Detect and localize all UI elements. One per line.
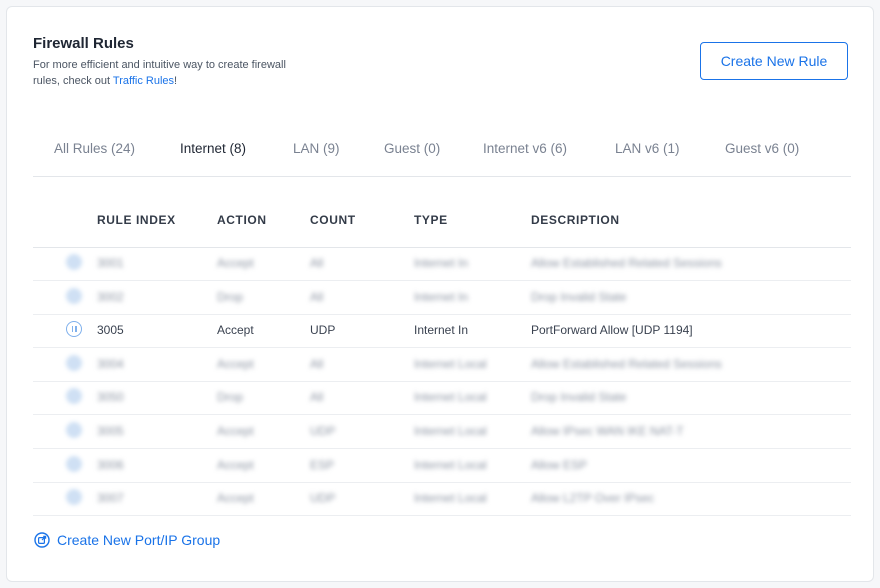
- tab-internet[interactable]: Internet (8): [180, 141, 246, 156]
- rule-icon[interactable]: [66, 254, 82, 270]
- cell-type: Internet In: [414, 256, 469, 270]
- table-row[interactable]: 3007 Accept UDP Internet Local Allow L2TP Ov…: [33, 482, 851, 517]
- column-type[interactable]: TYPE: [414, 213, 448, 227]
- tab-all-rules[interactable]: All Rules (24): [54, 141, 135, 156]
- tab-guest-v6[interactable]: Guest v6 (0): [725, 141, 799, 156]
- cell-type: Internet Local: [414, 390, 487, 405]
- column-description[interactable]: DESCRIPTION: [531, 213, 620, 227]
- cell-description: Allow IPsec WAN IKE NAT-T: [531, 424, 684, 438]
- cell-rule-index: 3006: [97, 457, 124, 472]
- table-row[interactable]: 3002 Drop All Internet In Drop Invalid State: [33, 281, 851, 315]
- cell-rule-index: 3007: [97, 491, 124, 506]
- cell-action: Drop: [217, 390, 244, 405]
- page-title: Firewall Rules: [33, 35, 134, 52]
- tab-lan[interactable]: LAN (9): [293, 141, 340, 156]
- rule-icon[interactable]: [66, 489, 82, 506]
- rule-icon[interactable]: [66, 455, 82, 472]
- cell-rule-index: 3002: [97, 289, 124, 304]
- cell-count: UDP: [310, 323, 336, 338]
- create-port-ip-group-label: Create New Port/IP Group: [57, 532, 221, 548]
- cell-count: All: [310, 256, 324, 270]
- cell-action: Accept: [217, 356, 254, 371]
- pause-icon[interactable]: [66, 321, 82, 338]
- cell-rule-index: 3050: [97, 390, 124, 405]
- cell-action: Accept: [217, 457, 254, 472]
- cell-description: Drop Invalid State: [531, 289, 627, 304]
- cell-description: Drop Invalid State: [531, 390, 627, 405]
- cell-type: Internet Local: [414, 424, 487, 438]
- table-row[interactable]: 3005 Accept UDP Internet In PortForward Allo…: [33, 314, 851, 349]
- rule-icon[interactable]: [66, 354, 82, 371]
- cell-type: Internet In: [414, 289, 469, 304]
- rule-icon[interactable]: [66, 287, 82, 304]
- cell-action: Accept: [217, 424, 254, 438]
- cell-description: Allow ESP: [531, 457, 588, 472]
- cell-action: Accept: [217, 323, 254, 338]
- table-row[interactable]: 3006 Accept ESP Internet Local Allow ESP: [33, 449, 851, 483]
- table-row[interactable]: 3001 Accept All Internet In Allow Establishe…: [33, 247, 851, 281]
- cell-type: Internet Local: [414, 457, 487, 472]
- cell-count: All: [310, 356, 324, 371]
- column-rule-index[interactable]: RULE INDEX: [97, 213, 176, 227]
- table-row[interactable]: 3050 Drop All Internet Local Drop Invalid St…: [33, 381, 851, 416]
- cell-rule-index: 3005: [97, 323, 124, 338]
- column-action[interactable]: ACTION: [217, 213, 267, 227]
- cell-count: UDP: [310, 491, 336, 506]
- column-count[interactable]: COUNT: [310, 213, 356, 227]
- cell-type: Internet In: [414, 323, 469, 338]
- cell-action: Drop: [217, 289, 244, 304]
- cell-rule-index: 3004: [97, 356, 124, 371]
- traffic-rules-link[interactable]: Traffic Rules: [113, 75, 174, 87]
- rule-icon[interactable]: [66, 388, 82, 405]
- create-new-rule-button[interactable]: Create New Rule: [700, 42, 848, 80]
- cell-count: All: [310, 390, 324, 405]
- cell-type: Internet Local: [414, 356, 487, 371]
- firewall-rules-card: Firewall Rules For more efficient and in…: [6, 6, 874, 582]
- tab-lan-v6[interactable]: LAN v6 (1): [615, 141, 680, 156]
- tab-internet-v6[interactable]: Internet v6 (6): [483, 141, 567, 156]
- table-row[interactable]: 3004 Accept All Internet Local Allow Establi…: [33, 348, 851, 382]
- cell-description: Allow Established Related Sessions: [531, 256, 722, 270]
- cell-description: Allow Established Related Sessions: [531, 356, 722, 371]
- external-link-icon: [34, 532, 50, 548]
- page-subtitle: For more efficient and intuitive way to …: [33, 57, 303, 89]
- cell-count: ESP: [310, 457, 335, 472]
- cell-type: Internet Local: [414, 491, 487, 506]
- rule-tabs: All Rules (24) Internet (8) LAN (9) Gues…: [33, 132, 851, 177]
- cell-action: Accept: [217, 491, 254, 506]
- cell-description: Allow L2TP Over IPsec: [531, 491, 655, 506]
- cell-count: UDP: [310, 424, 336, 438]
- create-port-ip-group-link[interactable]: Create New Port/IP Group: [34, 532, 220, 548]
- cell-rule-index: 3001: [97, 256, 124, 270]
- cell-action: Accept: [217, 256, 254, 270]
- cell-rule-index: 3005: [97, 424, 124, 438]
- tab-guest[interactable]: Guest (0): [384, 141, 440, 156]
- cell-count: All: [310, 289, 324, 304]
- cell-description: PortForward Allow [UDP 1194]: [531, 323, 693, 338]
- rule-icon[interactable]: [66, 422, 82, 438]
- table-header: RULE INDEX ACTION COUNT TYPE DESCRIPTION: [33, 205, 851, 248]
- table-row[interactable]: 3005 Accept UDP Internet Local Allow IPsec W…: [33, 415, 851, 449]
- subtitle-end: !: [174, 75, 178, 87]
